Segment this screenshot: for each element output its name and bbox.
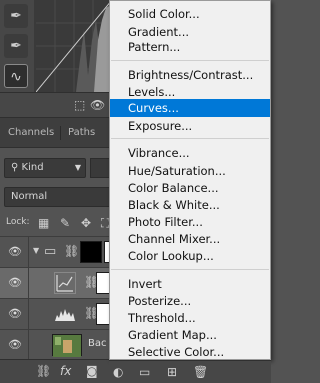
menu-item-color-balance[interactable]: Color Balance... bbox=[110, 179, 270, 197]
eye-icon[interactable]: 👁 bbox=[90, 98, 105, 112]
adjustment-layer-icon[interactable]: ◐ bbox=[113, 365, 123, 379]
layers-footer: ⛓ fx ◙ bbox=[0, 359, 112, 383]
menu-item-hue-saturation[interactable]: Hue/Saturation... bbox=[110, 162, 270, 180]
eyedropper-plus-icon[interactable]: ✒ bbox=[4, 34, 28, 58]
menu-item-selective-color[interactable]: Selective Color... bbox=[110, 343, 270, 361]
chevron-down-icon: ▼ bbox=[74, 163, 81, 172]
histogram-adjustment-icon bbox=[54, 303, 76, 325]
tab-channels[interactable]: Channels bbox=[8, 118, 54, 148]
layers-footer-right: ◐ ▭ ⊞ 🗑 bbox=[109, 360, 271, 383]
menu-item-solid-color[interactable]: Solid Color... bbox=[110, 5, 270, 23]
menu-item-posterize[interactable]: Posterize... bbox=[110, 292, 270, 310]
layer-row-levels[interactable]: 👁 ⛓ bbox=[0, 267, 112, 299]
menu-item-invert[interactable]: Invert bbox=[110, 275, 270, 293]
layer-row-group[interactable]: 👁 ▼ ▭ ⛓ bbox=[0, 236, 112, 268]
adjustment-layer-menu: Solid Color... Gradient... Pattern... Br… bbox=[109, 0, 271, 360]
layers-panel: ✒ ✒ ∿ ⬚ 👁 Channels Paths ⚲ Kind ▼ Normal… bbox=[0, 0, 112, 383]
chevron-down-icon[interactable]: ▼ bbox=[33, 246, 39, 255]
menu-separator bbox=[111, 60, 269, 61]
layer-divider bbox=[28, 237, 29, 268]
curves-graph[interactable] bbox=[36, 0, 112, 92]
eye-icon[interactable]: 👁 bbox=[8, 245, 22, 258]
layer-mask-thumbnail[interactable] bbox=[80, 241, 102, 263]
menu-separator bbox=[111, 138, 269, 139]
link-icon[interactable]: ⛓ bbox=[64, 244, 79, 258]
menu-item-photo-filter[interactable]: Photo Filter... bbox=[110, 213, 270, 231]
lock-row: Lock: ▦ ✎ ✥ ⛶ bbox=[0, 212, 112, 236]
kind-filter-label: Kind bbox=[21, 162, 44, 173]
new-layer-icon[interactable]: ⊞ bbox=[167, 365, 177, 379]
panel-tabs: Channels Paths bbox=[0, 118, 112, 148]
layer-row-curves[interactable]: 👁 ⛓ bbox=[0, 298, 112, 330]
levels-adjustment-icon bbox=[54, 272, 76, 294]
menu-item-channel-mixer[interactable]: Channel Mixer... bbox=[110, 230, 270, 248]
blend-mode-row: Normal bbox=[0, 184, 112, 210]
search-icon: ⚲ bbox=[11, 162, 22, 173]
menu-item-pattern[interactable]: Pattern... bbox=[110, 38, 270, 56]
lock-label: Lock: bbox=[6, 217, 30, 227]
new-group-icon[interactable]: ▭ bbox=[139, 365, 150, 379]
link-layers-icon[interactable]: ⛓ bbox=[36, 364, 51, 378]
kind-filter-select[interactable]: ⚲ Kind ▼ bbox=[4, 158, 86, 178]
menu-item-brightness-contrast[interactable]: Brightness/Contrast... bbox=[110, 66, 270, 84]
tab-paths[interactable]: Paths bbox=[68, 118, 95, 148]
menu-item-black-white[interactable]: Black & White... bbox=[110, 196, 270, 214]
layer-filter-row: ⚲ Kind ▼ bbox=[0, 150, 112, 184]
eye-icon[interactable]: 👁 bbox=[8, 307, 22, 320]
layer-row-background[interactable]: 👁 Bac bbox=[0, 329, 112, 361]
layer-name: Bac bbox=[88, 338, 107, 349]
folder-icon: ▭ bbox=[44, 244, 57, 259]
blend-mode-select[interactable]: Normal bbox=[4, 187, 112, 207]
menu-item-vibrance[interactable]: Vibrance... bbox=[110, 144, 270, 162]
menu-item-curves[interactable]: Curves... bbox=[110, 99, 270, 117]
menu-item-exposure[interactable]: Exposure... bbox=[110, 117, 270, 135]
eye-icon[interactable]: 👁 bbox=[8, 276, 22, 289]
layer-divider bbox=[28, 299, 29, 330]
eye-icon[interactable]: 👁 bbox=[8, 338, 22, 351]
eyedropper-icon[interactable]: ✒ bbox=[4, 4, 28, 28]
lock-position-icon[interactable]: ✥ bbox=[81, 216, 91, 230]
trash-icon[interactable]: 🗑 bbox=[193, 365, 208, 379]
lock-transparent-icon[interactable]: ▦ bbox=[38, 216, 49, 230]
fx-icon[interactable]: fx bbox=[60, 364, 71, 378]
menu-item-threshold[interactable]: Threshold... bbox=[110, 309, 270, 327]
menu-item-gradient-map[interactable]: Gradient Map... bbox=[110, 326, 270, 344]
curves-tool-strip: ✒ ✒ ∿ bbox=[0, 0, 34, 92]
add-mask-icon[interactable]: ◙ bbox=[86, 364, 98, 378]
curve-icon[interactable]: ∿ bbox=[4, 64, 28, 88]
layer-divider bbox=[28, 268, 29, 299]
curves-properties-area: ✒ ✒ ∿ bbox=[0, 0, 112, 92]
clip-to-layer-icon[interactable]: ⬚ bbox=[74, 98, 85, 112]
properties-footer: ⬚ 👁 bbox=[0, 92, 112, 118]
layer-divider bbox=[28, 330, 29, 361]
tab-divider bbox=[60, 126, 61, 140]
lock-paint-icon[interactable]: ✎ bbox=[60, 216, 70, 230]
image-thumbnail[interactable] bbox=[52, 334, 82, 357]
menu-separator bbox=[111, 269, 269, 270]
menu-item-color-lookup[interactable]: Color Lookup... bbox=[110, 247, 270, 265]
